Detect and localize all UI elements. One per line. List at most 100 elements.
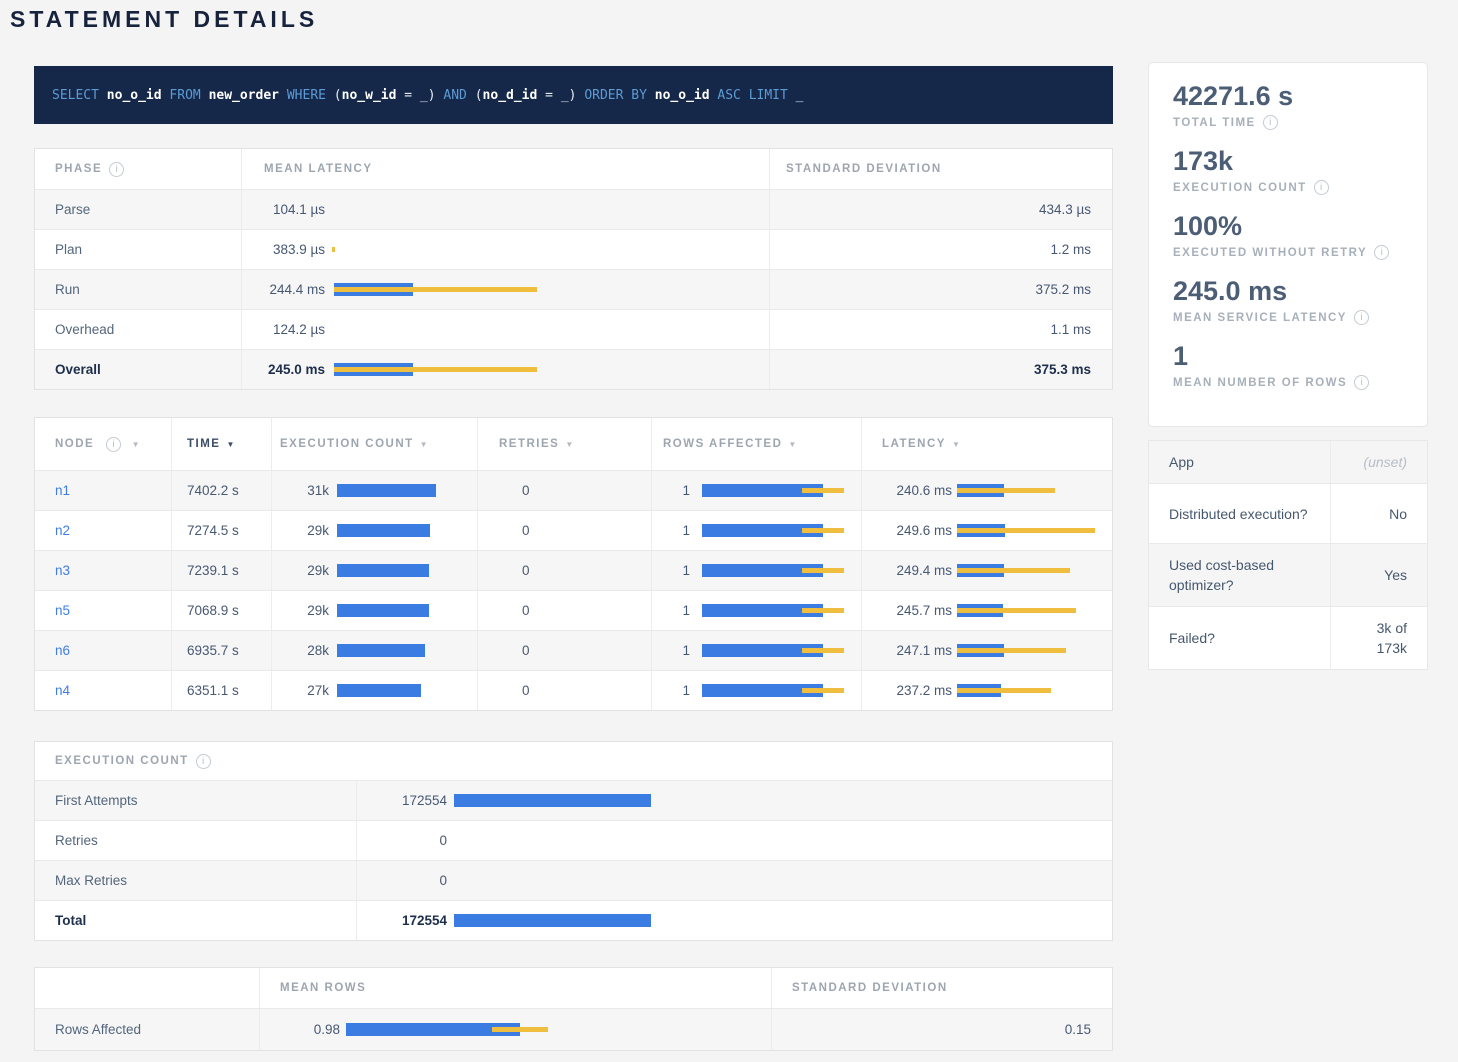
table-row: First Attempts 172554 bbox=[35, 780, 1112, 820]
info-icon[interactable]: i bbox=[106, 437, 121, 452]
sql-statement: SELECT no_o_id FROM new_order WHERE (no_… bbox=[34, 66, 1113, 124]
exec-row-label: Total bbox=[35, 913, 356, 928]
node-table-row: n66935.7 s28k01247.1 ms bbox=[35, 630, 1112, 670]
retries-header-label: RETRIES bbox=[499, 438, 559, 450]
attribute-label: App bbox=[1149, 441, 1331, 483]
stat-mean-number-of-rows: 1 MEAN NUMBER OF ROWSi bbox=[1173, 339, 1403, 390]
node-link[interactable]: n3 bbox=[55, 563, 70, 578]
rows-affected-table-header: MEAN ROWS STANDARD DEVIATION bbox=[35, 968, 1112, 1008]
node-latency-value: 247.1 ms bbox=[862, 643, 952, 658]
sort-arrow-icon: ▼ bbox=[565, 440, 574, 449]
sort-arrow-icon: ▼ bbox=[226, 440, 235, 449]
node-table-row: n46351.1 s27k01237.2 ms bbox=[35, 670, 1112, 710]
sql-keyword: AND bbox=[443, 88, 466, 103]
sql-identifier: no_o_id bbox=[655, 88, 710, 103]
stat-value: 42271.6 s bbox=[1173, 79, 1403, 113]
time-header-label: TIME bbox=[187, 438, 220, 450]
count-bar-fill bbox=[337, 564, 429, 577]
info-icon[interactable]: i bbox=[196, 754, 211, 769]
statement-details-page: STATEMENT DETAILS SELECT no_o_id FROM ne… bbox=[0, 0, 1458, 1062]
mean-latency-value: 244.4 ms bbox=[242, 282, 325, 297]
node-time-value: 6351.1 s bbox=[171, 671, 271, 710]
phase-label: Plan bbox=[35, 242, 241, 257]
summary-sidebar: 42271.6 s TOTAL TIMEi 173k EXECUTION COU… bbox=[1148, 62, 1428, 670]
sort-arrow-icon: ▼ bbox=[132, 440, 141, 449]
stat-value: 173k bbox=[1173, 144, 1403, 178]
node-latency-value: 245.7 ms bbox=[862, 603, 952, 618]
stat-execution-count: 173k EXECUTION COUNT i bbox=[1173, 144, 1403, 195]
mean-rows-bar bbox=[346, 1023, 771, 1036]
table-row: Retries 0 bbox=[35, 820, 1112, 860]
node-time-value: 7068.9 s bbox=[171, 591, 271, 630]
info-icon[interactable]: i bbox=[109, 162, 124, 177]
table-row: Plan 383.9 µs 1.2 ms bbox=[35, 229, 1112, 269]
stat-mean-service-latency: 245.0 ms MEAN SERVICE LATENCYi bbox=[1173, 274, 1403, 325]
node-rows-affected-value: 1 bbox=[652, 603, 690, 618]
std-dev-bar bbox=[957, 688, 1051, 693]
rows-affected-header-label: ROWS AFFECTED bbox=[663, 438, 782, 450]
info-icon[interactable]: i bbox=[1354, 310, 1369, 325]
node-rows-affected-value: 1 bbox=[652, 563, 690, 578]
node-time-value: 7402.2 s bbox=[171, 471, 271, 510]
latency-bar bbox=[957, 644, 1112, 657]
count-bar-fill bbox=[454, 914, 651, 927]
latency-bar bbox=[957, 564, 1112, 577]
retries-column-header[interactable]: RETRIES ▼ bbox=[477, 418, 651, 470]
sql-identifier: no_o_id bbox=[107, 88, 162, 103]
latency-bar bbox=[957, 604, 1112, 617]
stat-value: 245.0 ms bbox=[1173, 274, 1403, 308]
std-dev-bar bbox=[334, 367, 537, 372]
node-link[interactable]: n1 bbox=[55, 483, 70, 498]
rows-affected-column-header[interactable]: ROWS AFFECTED ▼ bbox=[651, 418, 861, 470]
stat-label: MEAN NUMBER OF ROWS bbox=[1173, 377, 1347, 389]
rows-affected-bar bbox=[702, 524, 861, 537]
phase-label: Overall bbox=[35, 362, 241, 377]
stat-value: 100% bbox=[1173, 209, 1403, 243]
time-column-header[interactable]: TIME ▼ bbox=[171, 418, 271, 470]
exec-row-value: 172554 bbox=[357, 913, 447, 928]
sql-text: = _) bbox=[396, 88, 443, 103]
exec-count-bar bbox=[337, 684, 477, 697]
sql-text bbox=[279, 88, 287, 103]
node-column-header[interactable]: NODE i ▼ bbox=[35, 437, 171, 452]
exec-count-column-header[interactable]: EXECUTION COUNT ▼ bbox=[271, 418, 477, 470]
std-dev-value: 0.15 bbox=[771, 1009, 1112, 1050]
latency-bar bbox=[957, 684, 1112, 697]
node-exec-count-value: 29k bbox=[272, 523, 329, 538]
node-exec-count-value: 31k bbox=[272, 483, 329, 498]
std-dev-tick bbox=[332, 247, 335, 252]
table-row-total: Total 172554 bbox=[35, 900, 1112, 940]
count-bar bbox=[454, 914, 1112, 927]
stat-label: EXECUTION COUNT bbox=[1173, 182, 1307, 194]
sort-arrow-icon: ▼ bbox=[420, 440, 429, 449]
std-dev-bar bbox=[802, 608, 844, 613]
info-icon[interactable]: i bbox=[1354, 375, 1369, 390]
exec-count-bar bbox=[337, 564, 477, 577]
info-icon[interactable]: i bbox=[1263, 115, 1278, 130]
node-rows-affected-value: 1 bbox=[652, 643, 690, 658]
latency-header-label: LATENCY bbox=[882, 438, 946, 450]
node-link[interactable]: n4 bbox=[55, 683, 70, 698]
exec-count-bar bbox=[337, 524, 477, 537]
std-dev-value: 1.2 ms bbox=[769, 230, 1112, 269]
node-table-row: n57068.9 s29k01245.7 ms bbox=[35, 590, 1112, 630]
std-dev-bar bbox=[957, 648, 1066, 653]
node-link[interactable]: n2 bbox=[55, 523, 70, 538]
attribute-row-app: App (unset) bbox=[1149, 441, 1427, 483]
node-link[interactable]: n6 bbox=[55, 643, 70, 658]
rows-affected-table: MEAN ROWS STANDARD DEVIATION Rows Affect… bbox=[34, 967, 1113, 1051]
phase-table-header: PHASE i MEAN LATENCY STANDARD DEVIATION bbox=[35, 149, 1112, 189]
info-icon[interactable]: i bbox=[1314, 180, 1329, 195]
table-row: Max Retries 0 bbox=[35, 860, 1112, 900]
node-retries-value: 0 bbox=[477, 471, 651, 510]
exec-count-bar bbox=[337, 604, 477, 617]
table-row: Parse 104.1 µs 434.3 µs bbox=[35, 189, 1112, 229]
mean-latency-value: 124.2 µs bbox=[242, 322, 325, 337]
rows-affected-bar bbox=[702, 684, 861, 697]
execution-count-title: EXECUTION COUNT bbox=[55, 755, 189, 767]
node-link[interactable]: n5 bbox=[55, 603, 70, 618]
info-icon[interactable]: i bbox=[1374, 245, 1389, 260]
std-dev-column-header: STANDARD DEVIATION bbox=[769, 149, 1112, 189]
latency-column-header[interactable]: LATENCY ▼ bbox=[861, 418, 1112, 470]
node-retries-value: 0 bbox=[477, 591, 651, 630]
